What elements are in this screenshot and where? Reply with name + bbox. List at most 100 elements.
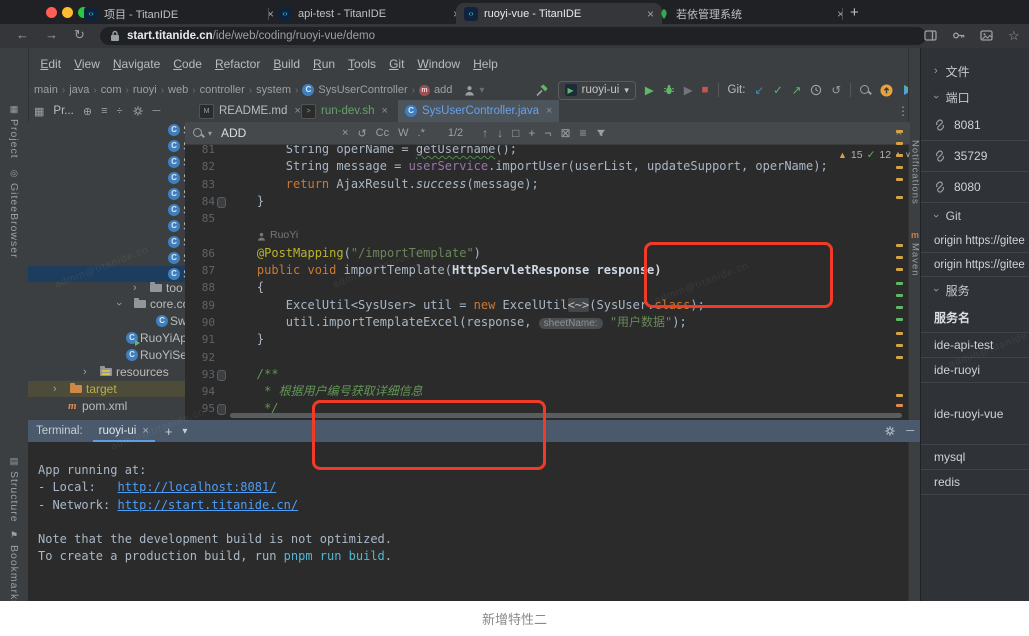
sidebar-section-header[interactable]: ›服务 <box>921 277 1029 303</box>
sidebar-item[interactable]: ide-ruoyi <box>921 358 1029 383</box>
terminal-settings-gear-icon[interactable] <box>884 425 896 437</box>
editor-tab[interactable]: CSysUserController.java× <box>398 100 559 122</box>
menu-item-help[interactable]: Help <box>473 57 498 71</box>
menu-item-git[interactable]: Git <box>389 57 404 71</box>
build-hammer-icon[interactable] <box>535 83 549 97</box>
tree-row[interactable]: ›too <box>28 280 185 296</box>
editor-tab[interactable]: MREADME.md× <box>192 100 308 122</box>
find-query-input[interactable]: ADD <box>221 126 333 140</box>
breadcrumb-item[interactable]: main <box>34 84 58 96</box>
media-icon[interactable] <box>980 29 993 42</box>
menu-item-build[interactable]: Build <box>273 57 300 71</box>
side-panel-icon[interactable] <box>924 29 937 42</box>
words-toggle[interactable]: W <box>398 127 408 139</box>
tree-row[interactable]: CS <box>28 122 185 138</box>
terminal-link[interactable]: http://start.titanide.cn/ <box>117 498 298 512</box>
add-selection-icon[interactable]: + <box>528 126 535 140</box>
match-case-toggle[interactable]: Cc <box>376 127 389 139</box>
reload-icon[interactable]: ↻ <box>74 27 85 43</box>
tree-arrow-icon[interactable]: › <box>83 366 87 378</box>
tree-row[interactable]: ›core.co <box>28 296 185 312</box>
tree-row[interactable]: CRuoYiApp <box>28 330 185 346</box>
tool-strip-button-bookmarks[interactable]: ⚑Bookmarks <box>0 530 28 601</box>
tree-row[interactable]: CRuoYiSer <box>28 347 185 363</box>
menu-item-edit[interactable]: Edit <box>40 57 61 71</box>
multiline-search-icon[interactable]: ≡ <box>580 126 587 140</box>
browser-tab[interactable]: 若依管理系统× <box>650 3 852 24</box>
tree-row[interactable]: CS <box>28 234 185 250</box>
breadcrumb-method[interactable]: add <box>434 84 452 96</box>
collapse-all-icon[interactable]: ÷ <box>117 105 123 117</box>
browser-tab[interactable]: ‹›ruoyi-vue - TitanIDE× <box>456 3 662 24</box>
breadcrumb-class[interactable]: SysUserController <box>318 84 407 96</box>
search-history-icon[interactable]: ↺ <box>357 127 366 140</box>
menu-item-tools[interactable]: Tools <box>348 57 376 71</box>
rollback-icon[interactable]: ↺ <box>831 83 841 97</box>
tree-row[interactable]: CS <box>28 202 185 218</box>
prev-match-icon[interactable]: ↑ <box>482 126 488 140</box>
fold-marker-icon[interactable] <box>217 404 226 415</box>
macos-close-button[interactable] <box>46 7 57 18</box>
tree-arrow-icon[interactable]: › <box>113 302 125 306</box>
breadcrumb-item[interactable]: controller <box>200 84 245 96</box>
sidebar-item[interactable]: 35729 <box>921 141 1029 172</box>
menu-item-refactor[interactable]: Refactor <box>215 57 260 71</box>
sidebar-item[interactable]: ide-ruoyi-vue <box>921 383 1029 445</box>
tree-row[interactable]: ›resources <box>28 364 185 380</box>
sidebar-item[interactable]: origin https://gitee <box>921 229 1029 253</box>
menu-item-window[interactable]: Window <box>417 57 460 71</box>
sidebar-item[interactable]: 服务名 <box>921 303 1029 333</box>
bookmark-star-icon[interactable]: ☆ <box>1008 28 1020 44</box>
tree-row[interactable]: CSwa <box>28 313 185 329</box>
select-all-matches-icon[interactable]: □ <box>512 126 519 140</box>
git-push-icon[interactable]: ↗ <box>792 83 802 97</box>
forward-icon[interactable]: → <box>45 27 58 42</box>
expand-all-icon[interactable]: ≡ <box>101 105 107 117</box>
update-notification-icon[interactable] <box>880 84 893 97</box>
run-button[interactable]: ▶ <box>645 83 654 97</box>
sidebar-section-header[interactable]: ›文件 <box>921 58 1029 84</box>
section-arrow-icon[interactable]: › <box>930 95 942 99</box>
filter-funnel-icon[interactable] <box>596 128 606 138</box>
panel-settings-gear-icon[interactable] <box>132 105 144 117</box>
tree-row[interactable]: CS <box>28 170 185 186</box>
debug-bug-icon[interactable] <box>663 84 675 96</box>
error-stripe[interactable] <box>894 122 906 420</box>
regex-toggle[interactable]: .* <box>418 127 425 139</box>
sidebar-item[interactable]: mysql <box>921 445 1029 470</box>
sidebar-item[interactable]: redis <box>921 470 1029 495</box>
next-match-icon[interactable]: ↓ <box>497 126 503 140</box>
editor-tab-close-icon[interactable]: × <box>546 105 552 117</box>
mask-results-icon[interactable]: ⊠ <box>560 126 570 140</box>
sidebar-item[interactable]: origin https://gitee <box>921 253 1029 277</box>
menu-item-run[interactable]: Run <box>313 57 335 71</box>
back-icon[interactable]: ← <box>16 27 29 42</box>
git-update-icon[interactable]: ↙ <box>754 83 764 97</box>
breadcrumb-item[interactable]: java <box>69 84 89 96</box>
section-arrow-icon[interactable]: › <box>930 288 942 292</box>
section-arrow-icon[interactable]: › <box>930 214 942 218</box>
sidebar-section-header[interactable]: ›Git <box>921 203 1029 229</box>
exclude-selection-icon[interactable]: ¬ <box>544 126 551 140</box>
locate-icon[interactable]: ⊕ <box>83 105 92 118</box>
editor-tab-close-icon[interactable]: × <box>381 105 387 117</box>
sidebar-item[interactable]: 8080 <box>921 172 1029 203</box>
tree-row[interactable]: ›target <box>28 381 185 397</box>
breadcrumb-item[interactable]: ruoyi <box>133 84 157 96</box>
sidebar-item[interactable]: 8081 <box>921 110 1029 141</box>
tree-row[interactable]: CS <box>28 218 185 234</box>
sidebar-section-header[interactable]: ›端口 <box>921 84 1029 110</box>
tree-arrow-icon[interactable]: › <box>133 282 137 294</box>
browser-tab[interactable]: ‹›api-test - TitanIDE× <box>270 3 468 24</box>
tree-row[interactable]: CS <box>28 186 185 202</box>
section-arrow-icon[interactable]: › <box>934 65 938 77</box>
tree-arrow-icon[interactable]: › <box>53 383 57 395</box>
tool-strip-button-structure[interactable]: ▤Structure <box>0 456 28 523</box>
terminal-dropdown-icon[interactable]: ▾ <box>182 426 187 437</box>
menu-item-navigate[interactable]: Navigate <box>113 57 160 71</box>
editor-tab[interactable]: >run-dev.sh× <box>294 100 395 122</box>
menu-item-code[interactable]: Code <box>173 57 202 71</box>
address-bar[interactable]: start.titanide.cn/ide/web/coding/ruoyi-v… <box>100 27 926 45</box>
annotate-author-icon[interactable] <box>464 85 475 96</box>
breadcrumb-item[interactable]: web <box>168 84 188 96</box>
